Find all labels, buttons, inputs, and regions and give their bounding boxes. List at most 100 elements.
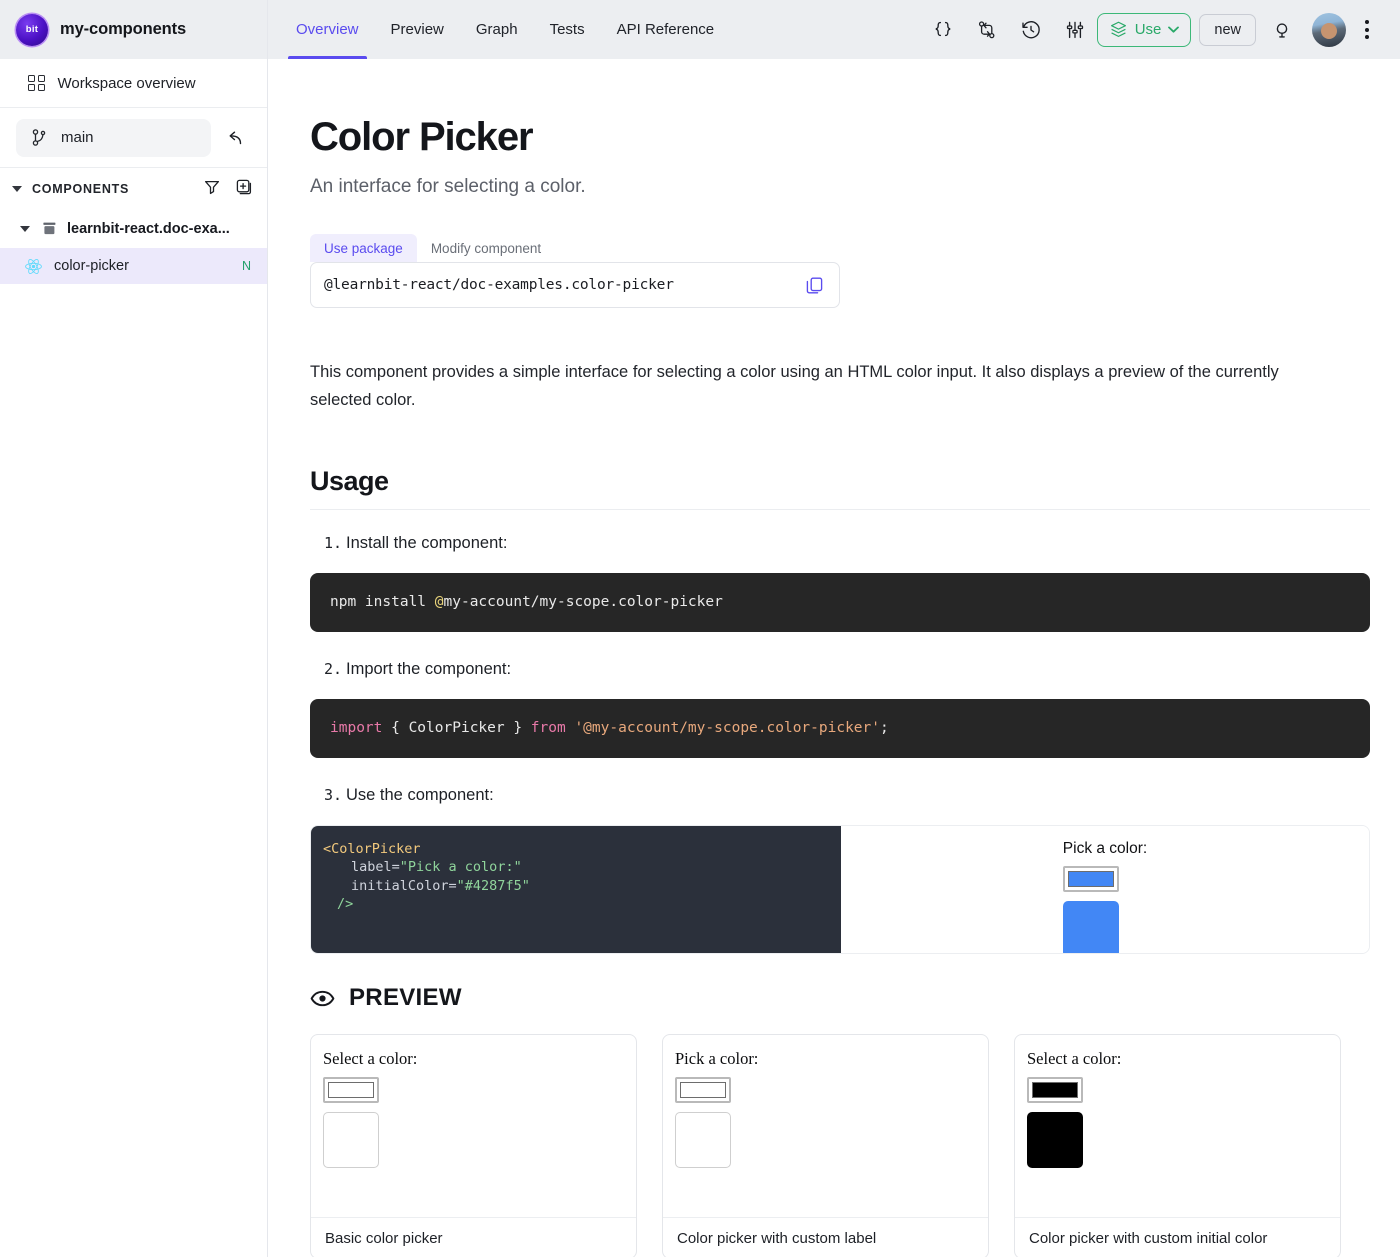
preview-card-body: Pick a color: xyxy=(663,1035,988,1217)
preview-card: Select a color: Basic color picker xyxy=(310,1034,637,1257)
preview-color-swatch xyxy=(675,1112,731,1169)
preview-color-input[interactable] xyxy=(323,1077,379,1104)
filter-icon[interactable] xyxy=(203,178,221,201)
import-braces: { ColorPicker } xyxy=(382,720,531,737)
revert-icon[interactable] xyxy=(217,121,251,155)
preview-grid: Select a color: Basic color picker Pick … xyxy=(310,1034,1370,1257)
react-icon xyxy=(25,258,42,274)
step-text: Install the component: xyxy=(346,534,508,553)
scope-row[interactable]: learnbit-react.doc-exa... xyxy=(0,210,267,248)
page-subtitle: An interface for selecting a color. xyxy=(310,176,586,197)
tab-label: Graph xyxy=(475,21,518,38)
package-name: @learnbit-react/doc-examples.color-picke… xyxy=(324,277,674,293)
new-button[interactable]: new xyxy=(1199,13,1256,46)
preview-card-caption: Basic color picker xyxy=(311,1217,636,1257)
branch-row: main xyxy=(0,108,267,168)
code-braces-icon[interactable] xyxy=(921,0,965,59)
main-area: Overview Preview Graph Tests API Referen… xyxy=(268,0,1400,1257)
component-status-badge: N xyxy=(241,259,251,273)
components-title: COMPONENTS xyxy=(32,182,130,196)
step-number: 1. xyxy=(324,534,343,553)
scope-icon xyxy=(43,222,56,234)
preview-header: PREVIEW xyxy=(310,984,1370,1012)
demo-row: <ColorPicker label="Pick a color:" initi… xyxy=(310,825,1370,955)
sidebar-item-color-picker[interactable]: color-picker N xyxy=(0,248,267,284)
install-cmd-at: @ xyxy=(434,594,444,611)
preview-color-input[interactable] xyxy=(675,1077,731,1104)
tab-label: Use package xyxy=(324,241,403,256)
tab-graph[interactable]: Graph xyxy=(460,0,534,59)
jsx-code-block: <ColorPicker label="Pick a color:" initi… xyxy=(311,826,841,954)
from-keyword: from xyxy=(530,720,566,737)
live-demo-label: Pick a color: xyxy=(1062,840,1148,858)
tab-label: API Reference xyxy=(616,21,715,38)
divider xyxy=(310,509,1370,511)
jsx-line-4: /> xyxy=(337,895,354,912)
preview-card-label: Pick a color: xyxy=(675,1049,759,1069)
tab-overview[interactable]: Overview xyxy=(280,0,375,59)
jsx-line-1: <ColorPicker xyxy=(323,841,421,858)
live-color-picker: Pick a color: xyxy=(1062,826,1148,954)
use-button-label: Use xyxy=(1134,21,1162,38)
live-color-swatch xyxy=(1062,901,1119,954)
preview-card: Select a color: Color picker with custom… xyxy=(1014,1034,1341,1257)
import-semicolon: ; xyxy=(880,720,889,737)
chevron-down-icon xyxy=(12,186,22,192)
components-header[interactable]: COMPONENTS xyxy=(0,168,267,210)
step-text: Import the component: xyxy=(346,660,512,679)
copy-icon[interactable] xyxy=(804,275,825,296)
import-module: '@my-account/my-scope.color-picker' xyxy=(565,720,880,737)
more-options-icon[interactable] xyxy=(1352,0,1382,59)
history-icon[interactable] xyxy=(1009,0,1053,59)
package-block: Use package Modify component @learnbit-r… xyxy=(310,234,840,308)
install-cmd-pkg: my-account/my-scope.color-picker xyxy=(443,594,723,611)
content-area: Color Picker An interface for selecting … xyxy=(268,59,1400,1257)
sliders-icon[interactable] xyxy=(1053,0,1097,59)
search-icon[interactable] xyxy=(1260,0,1304,59)
tab-label: Overview xyxy=(296,21,359,38)
preview-title: PREVIEW xyxy=(349,984,462,1012)
workspace-overview-item[interactable]: Workspace overview xyxy=(0,59,267,108)
import-keyword: import xyxy=(330,720,383,737)
live-color-input[interactable] xyxy=(1062,866,1119,893)
tab-preview[interactable]: Preview xyxy=(375,0,460,59)
usage-steps: 1. Install the component: npm install @m… xyxy=(310,534,1370,955)
step-text: Use the component: xyxy=(346,786,494,805)
package-tabs: Use package Modify component xyxy=(310,234,840,262)
use-button[interactable]: Use xyxy=(1096,12,1192,47)
package-name-box: @learnbit-react/doc-examples.color-picke… xyxy=(310,262,840,308)
usage-step-2: 2. Import the component: xyxy=(310,660,1370,679)
bit-logo-icon: bit xyxy=(16,13,48,46)
package-icon xyxy=(1110,21,1126,37)
usage-heading: Usage xyxy=(310,466,389,497)
workspace-overview-label: Workspace overview xyxy=(57,74,196,92)
add-component-icon[interactable] xyxy=(235,178,253,201)
tab-label: Preview xyxy=(390,21,444,38)
tab-tests[interactable]: Tests xyxy=(534,0,601,59)
branch-name: main xyxy=(61,129,94,146)
jsx-line-2-attr: label= xyxy=(351,859,400,876)
component-description: This component provides a simple interfa… xyxy=(310,363,1279,410)
preview-color-input[interactable] xyxy=(1027,1077,1083,1104)
tab-use-package[interactable]: Use package xyxy=(310,234,417,262)
tab-label: Tests xyxy=(549,21,585,38)
tab-modify-component[interactable]: Modify component xyxy=(417,234,555,262)
preview-card-caption: Color picker with custom label xyxy=(663,1217,988,1257)
sidebar: bit my-components Workspace overview mai… xyxy=(0,0,268,1257)
branch-selector[interactable]: main xyxy=(16,118,211,157)
preview-color-swatch xyxy=(1027,1112,1083,1169)
usage-step-1: 1. Install the component: xyxy=(310,534,1370,553)
preview-card-label: Select a color: xyxy=(323,1049,418,1069)
topbar: Overview Preview Graph Tests API Referen… xyxy=(268,0,1400,59)
page-title: Color Picker xyxy=(310,115,534,159)
compare-icon[interactable] xyxy=(965,0,1009,59)
preview-card-caption: Color picker with custom initial color xyxy=(1015,1217,1340,1257)
tab-api-reference[interactable]: API Reference xyxy=(601,0,731,59)
chevron-down-icon xyxy=(1168,26,1180,33)
eye-icon xyxy=(310,990,335,1006)
scope-name: learnbit-react.doc-exa... xyxy=(67,221,230,237)
install-cmd-prefix: npm install xyxy=(330,594,435,611)
user-avatar[interactable] xyxy=(1312,12,1346,47)
grid-icon xyxy=(28,74,45,92)
